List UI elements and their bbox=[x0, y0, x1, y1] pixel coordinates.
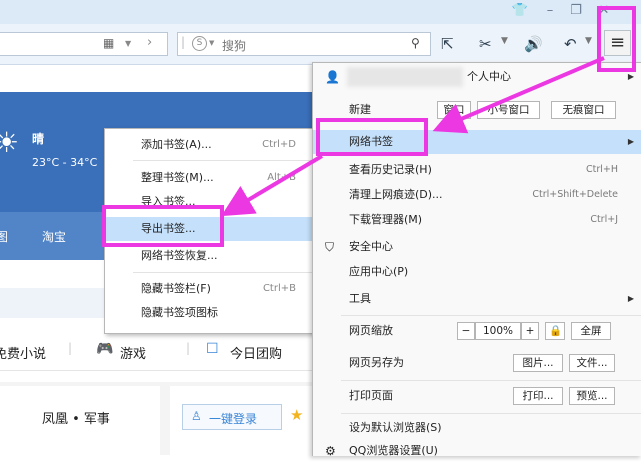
arrow-to-export bbox=[221, 154, 324, 217]
annotation-arrows bbox=[221, 56, 605, 217]
arrow-to-network-bookmarks bbox=[432, 56, 605, 134]
